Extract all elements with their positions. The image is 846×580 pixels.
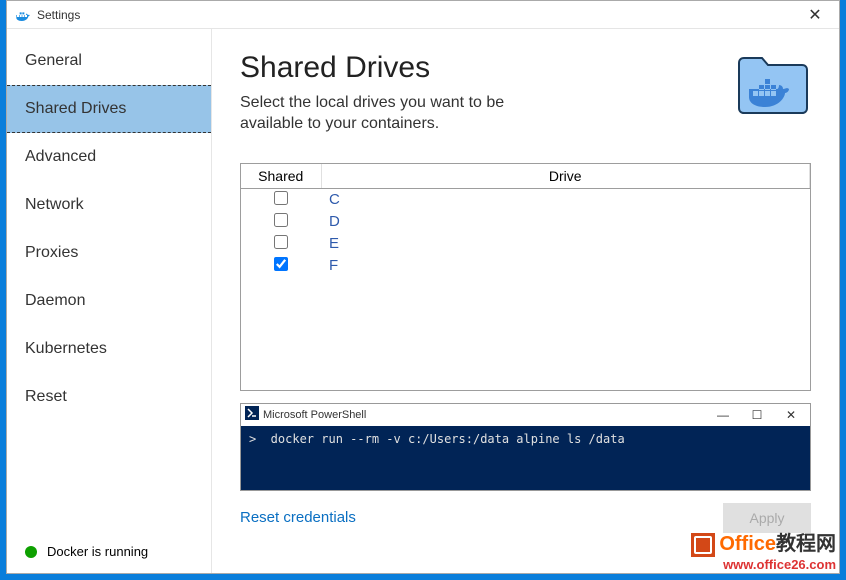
terminal-preview: Microsoft PowerShell — ☐ ✕ > docker run … (240, 403, 811, 491)
window-close-button[interactable]: ✕ (795, 1, 835, 28)
close-icon: ✕ (786, 408, 796, 422)
terminal-maximize-button[interactable]: ☐ (742, 404, 772, 426)
sidebar-item-label: General (25, 52, 82, 69)
sidebar-item-network[interactable]: Network (7, 181, 211, 229)
titlebar: Settings ✕ (7, 1, 839, 29)
status-text: Docker is running (47, 544, 148, 559)
sidebar-item-label: Shared Drives (25, 100, 126, 117)
share-checkbox-d[interactable] (274, 213, 288, 227)
page-subtitle: Select the local drives you want to be a… (240, 93, 560, 135)
drive-label: E (321, 233, 810, 255)
sidebar-item-shared-drives[interactable]: Shared Drives (7, 85, 211, 133)
sidebar-item-proxies[interactable]: Proxies (7, 229, 211, 277)
shared-folder-icon (735, 51, 811, 117)
sidebar-item-label: Advanced (25, 148, 96, 165)
bottom-bar: Reset credentials Apply (240, 503, 811, 533)
sidebar-item-kubernetes[interactable]: Kubernetes (7, 325, 211, 373)
drive-label: D (321, 211, 810, 233)
share-checkbox-e[interactable] (274, 235, 288, 249)
close-icon: ✕ (808, 5, 821, 25)
drive-label: F (321, 255, 810, 277)
sidebar-item-label: Kubernetes (25, 340, 107, 357)
settings-window: Settings ✕ General Shared Drives Advance… (6, 0, 840, 574)
terminal-minimize-button[interactable]: — (708, 404, 738, 426)
share-checkbox-c[interactable] (274, 191, 288, 205)
window-body: General Shared Drives Advanced Network P… (7, 29, 839, 573)
terminal-titlebar: Microsoft PowerShell — ☐ ✕ (241, 404, 810, 426)
powershell-icon (245, 406, 259, 423)
sidebar-status: Docker is running (7, 530, 211, 573)
maximize-icon: ☐ (752, 408, 763, 422)
sidebar-item-advanced[interactable]: Advanced (7, 133, 211, 181)
reset-credentials-link[interactable]: Reset credentials (240, 509, 356, 526)
table-row: D (241, 211, 810, 233)
page-title: Shared Drives (240, 51, 723, 85)
apply-button[interactable]: Apply (723, 503, 811, 533)
docker-whale-icon (15, 7, 31, 23)
window-title: Settings (37, 8, 80, 22)
table-row: C (241, 188, 810, 211)
sidebar-item-label: Network (25, 196, 84, 213)
main-panel: Shared Drives Select the local drives yo… (212, 29, 839, 573)
sidebar: General Shared Drives Advanced Network P… (7, 29, 212, 573)
main-header: Shared Drives Select the local drives yo… (240, 51, 811, 135)
table-row: F (241, 255, 810, 277)
minimize-icon: — (717, 408, 729, 422)
sidebar-item-label: Proxies (25, 244, 78, 261)
status-dot-icon (25, 546, 37, 558)
sidebar-item-label: Daemon (25, 292, 85, 309)
share-checkbox-f[interactable] (274, 257, 288, 271)
drives-table: Shared Drive C D (240, 163, 811, 391)
sidebar-item-label: Reset (25, 388, 67, 405)
terminal-body: > docker run --rm -v c:/Users:/data alpi… (241, 426, 810, 490)
apply-label: Apply (749, 510, 784, 526)
col-shared: Shared (241, 164, 321, 189)
table-row: E (241, 233, 810, 255)
sidebar-item-daemon[interactable]: Daemon (7, 277, 211, 325)
drive-label: C (321, 188, 810, 211)
sidebar-item-reset[interactable]: Reset (7, 373, 211, 421)
terminal-close-button[interactable]: ✕ (776, 404, 806, 426)
sidebar-item-general[interactable]: General (7, 37, 211, 85)
terminal-title: Microsoft PowerShell (263, 409, 366, 421)
col-drive: Drive (321, 164, 810, 189)
